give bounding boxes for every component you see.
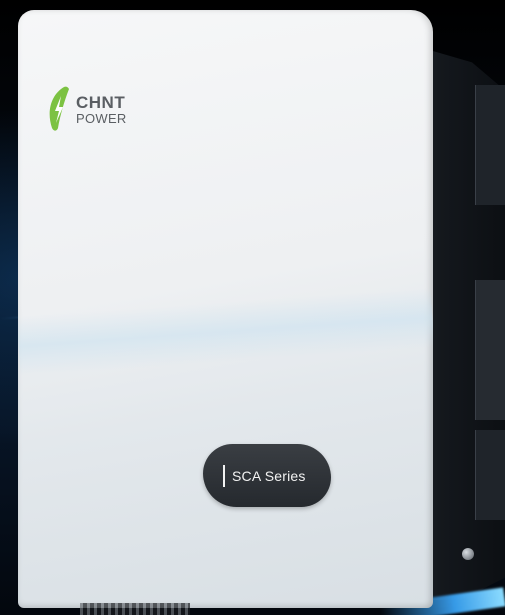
series-badge: SCA Series — [203, 444, 331, 507]
heat-sink-fin — [475, 430, 505, 520]
brand-logo: CHNT POWER — [48, 86, 127, 132]
leaf-lightning-icon — [49, 86, 69, 131]
mounting-bolt — [462, 548, 474, 560]
heat-sink-fin — [475, 85, 505, 205]
panel-reflection — [18, 287, 433, 377]
heat-sink-fin — [475, 280, 505, 420]
base-vent-texture — [80, 603, 190, 615]
series-label: SCA Series — [232, 467, 306, 484]
inverter-front-panel: CHNT POWER SCA Series — [18, 10, 433, 608]
badge-divider — [223, 464, 225, 487]
product-scene: CHNT POWER SCA Series — [0, 0, 505, 615]
brand-subname: POWER — [76, 110, 127, 126]
brand-name: CHNT — [76, 92, 126, 112]
